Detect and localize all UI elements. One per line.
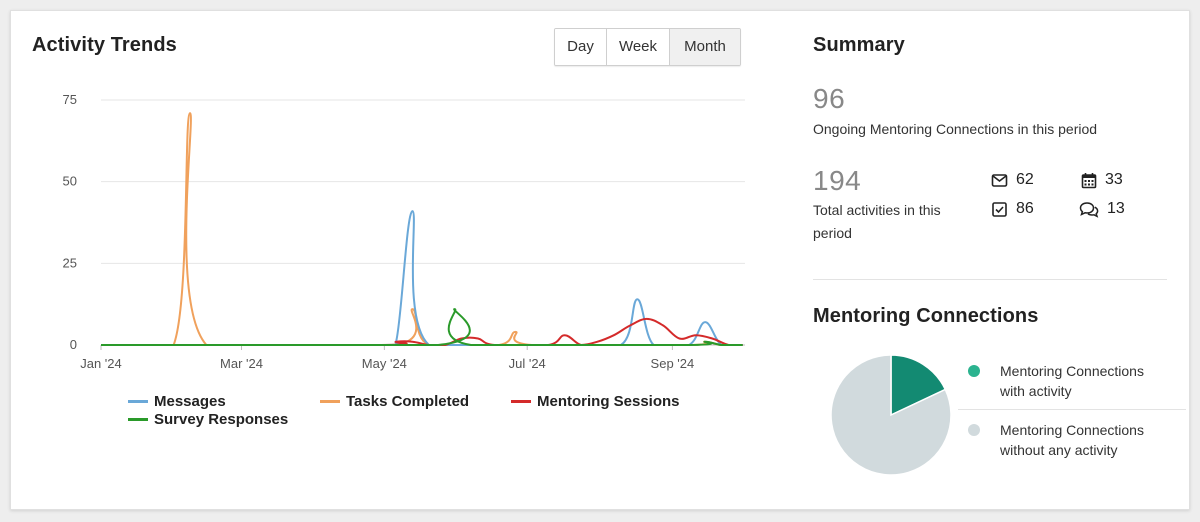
series-line-messages (100, 210, 743, 347)
x-tick-label: Mar '24 (220, 356, 263, 371)
pie-legend-divider (958, 409, 1186, 410)
calendar-icon (1081, 172, 1097, 188)
tasks-stat-value: 86 (1016, 200, 1034, 217)
summary-title: Summary (813, 34, 905, 56)
legend-survey-label: Survey Responses (154, 411, 289, 428)
mentoring-connections-pie (830, 354, 952, 476)
legend-tasks-swatch (320, 400, 340, 403)
activity-trends-title: Activity Trends (32, 34, 177, 56)
tasks-stat: 86 (991, 200, 1034, 218)
pie-legend-with-activity[interactable]: Mentoring Connections with activity (968, 361, 1168, 401)
x-tick-label: Jul '24 (509, 356, 546, 371)
total-activities-label: Total activities in this period (813, 202, 941, 241)
y-tick-label: 25 (63, 255, 77, 270)
mentoring-connections-title: Mentoring Connections (813, 305, 1039, 327)
legend-tasks-label: Tasks Completed (346, 393, 470, 410)
series-line-tasks-completed (100, 112, 743, 347)
pie-legend-without-activity-dot (968, 424, 980, 436)
period-button-month[interactable]: Month (670, 29, 740, 65)
legend-messages-swatch (128, 400, 148, 403)
y-tick-label: 50 (63, 174, 77, 189)
meetings-stat-value: 33 (1105, 171, 1123, 188)
pie-legend-without-activity-label: Mentoring Connections without any activi… (1000, 422, 1144, 458)
x-tick-label: Sep '24 (651, 356, 695, 371)
y-tick-label: 75 (63, 92, 77, 107)
x-tick-label: May '24 (362, 356, 407, 371)
legend-messages-label: Messages (154, 393, 226, 410)
posts-stat-value: 13 (1107, 200, 1125, 217)
activity-trends-chart: 75 50 25 0Jan '24 Mar '24 May '24 Jul '24 Sep '… (63, 92, 745, 371)
meetings-stat: 33 (1081, 171, 1123, 189)
period-button-week[interactable]: Week (607, 29, 670, 65)
legend-tasks-completed[interactable]: Tasks Completed (320, 393, 469, 410)
summary-divider (813, 279, 1167, 280)
y-tick-label: 0 (70, 337, 77, 352)
pie-legend-with-activity-dot (968, 365, 980, 377)
period-button-day[interactable]: Day (555, 29, 607, 65)
pie-legend-without-activity[interactable]: Mentoring Connections without any activi… (968, 420, 1168, 460)
checkbox-icon (992, 201, 1007, 217)
messages-stat: 62 (991, 171, 1034, 189)
ongoing-connections-label: Ongoing Mentoring Connections in this pe… (813, 121, 1098, 137)
legend-survey-swatch (128, 418, 148, 421)
legend-survey-responses[interactable]: Survey Responses (128, 411, 288, 428)
legend-messages[interactable]: Messages (128, 393, 226, 410)
chat-bubbles-icon (1079, 201, 1099, 218)
legend-sessions-swatch (511, 400, 531, 403)
legend-sessions-label: Mentoring Sessions (537, 393, 680, 410)
pie-legend-with-activity-label: Mentoring Connections with activity (1000, 363, 1144, 399)
posts-stat: 13 (1079, 200, 1125, 218)
x-tick-label: Jan '24 (80, 356, 122, 371)
period-toggle: Day Week Month (554, 28, 741, 66)
ongoing-connections-value: 96 (813, 83, 846, 114)
messages-stat-value: 62 (1016, 171, 1034, 188)
total-activities-value: 194 (813, 165, 862, 196)
envelope-icon (991, 173, 1008, 187)
legend-mentoring-sessions[interactable]: Mentoring Sessions (511, 393, 680, 410)
